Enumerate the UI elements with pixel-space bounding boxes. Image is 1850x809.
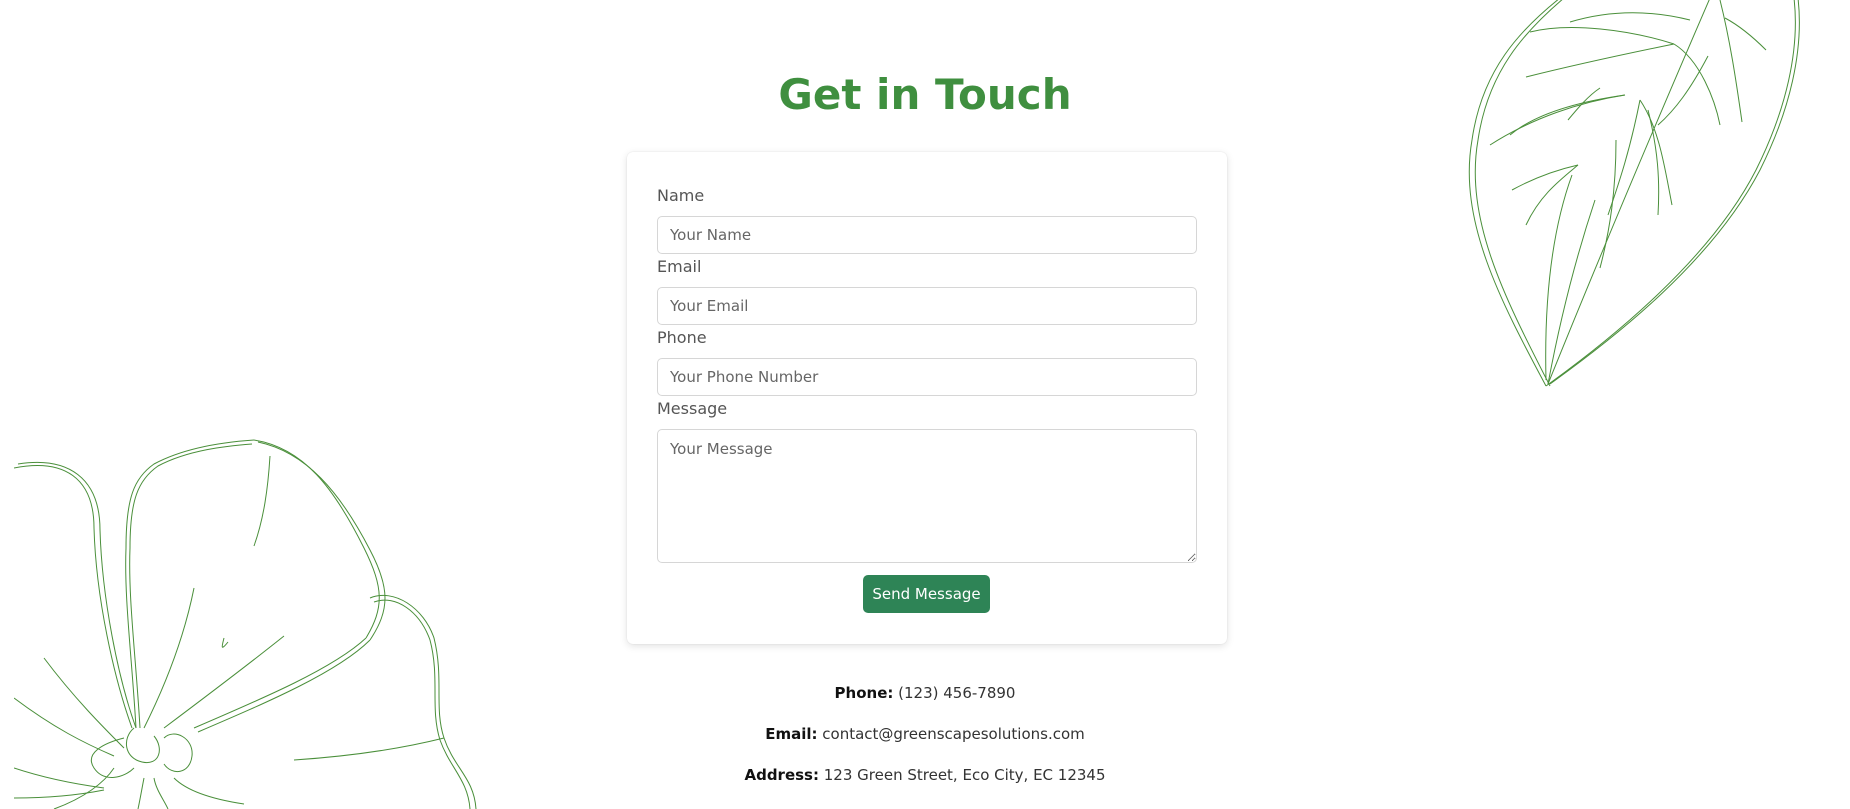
page-title: Get in Touch: [778, 70, 1072, 119]
name-label: Name: [657, 186, 705, 205]
email-input[interactable]: [657, 287, 1197, 325]
contact-phone-label: Phone:: [834, 684, 894, 702]
phone-input[interactable]: [657, 358, 1197, 396]
phone-label: Phone: [657, 328, 707, 347]
contact-email-value: contact@greenscapesolutions.com: [822, 725, 1085, 743]
contact-form-card: Name Email Phone Message Send Message: [627, 152, 1227, 644]
send-message-button[interactable]: Send Message: [863, 575, 990, 613]
contact-address-label: Address:: [744, 766, 819, 784]
message-label: Message: [657, 399, 728, 418]
flower-line-art-icon: [14, 439, 477, 809]
contact-page: Get in Touch Name Email Phone Message Se…: [0, 0, 1850, 809]
contact-email-label: Email:: [765, 725, 818, 743]
contact-phone-value: (123) 456-7890: [898, 684, 1016, 702]
email-label: Email: [657, 257, 702, 276]
leaf-line-art-icon: [1468, 0, 1800, 387]
message-textarea[interactable]: [657, 429, 1197, 563]
contact-email-line: Email: contact@greenscapesolutions.com: [0, 725, 1850, 743]
contact-phone-line: Phone: (123) 456-7890: [0, 684, 1850, 702]
name-input[interactable]: [657, 216, 1197, 254]
contact-address-line: Address: 123 Green Street, Eco City, EC …: [0, 766, 1850, 784]
contact-address-value: 123 Green Street, Eco City, EC 12345: [823, 766, 1106, 784]
